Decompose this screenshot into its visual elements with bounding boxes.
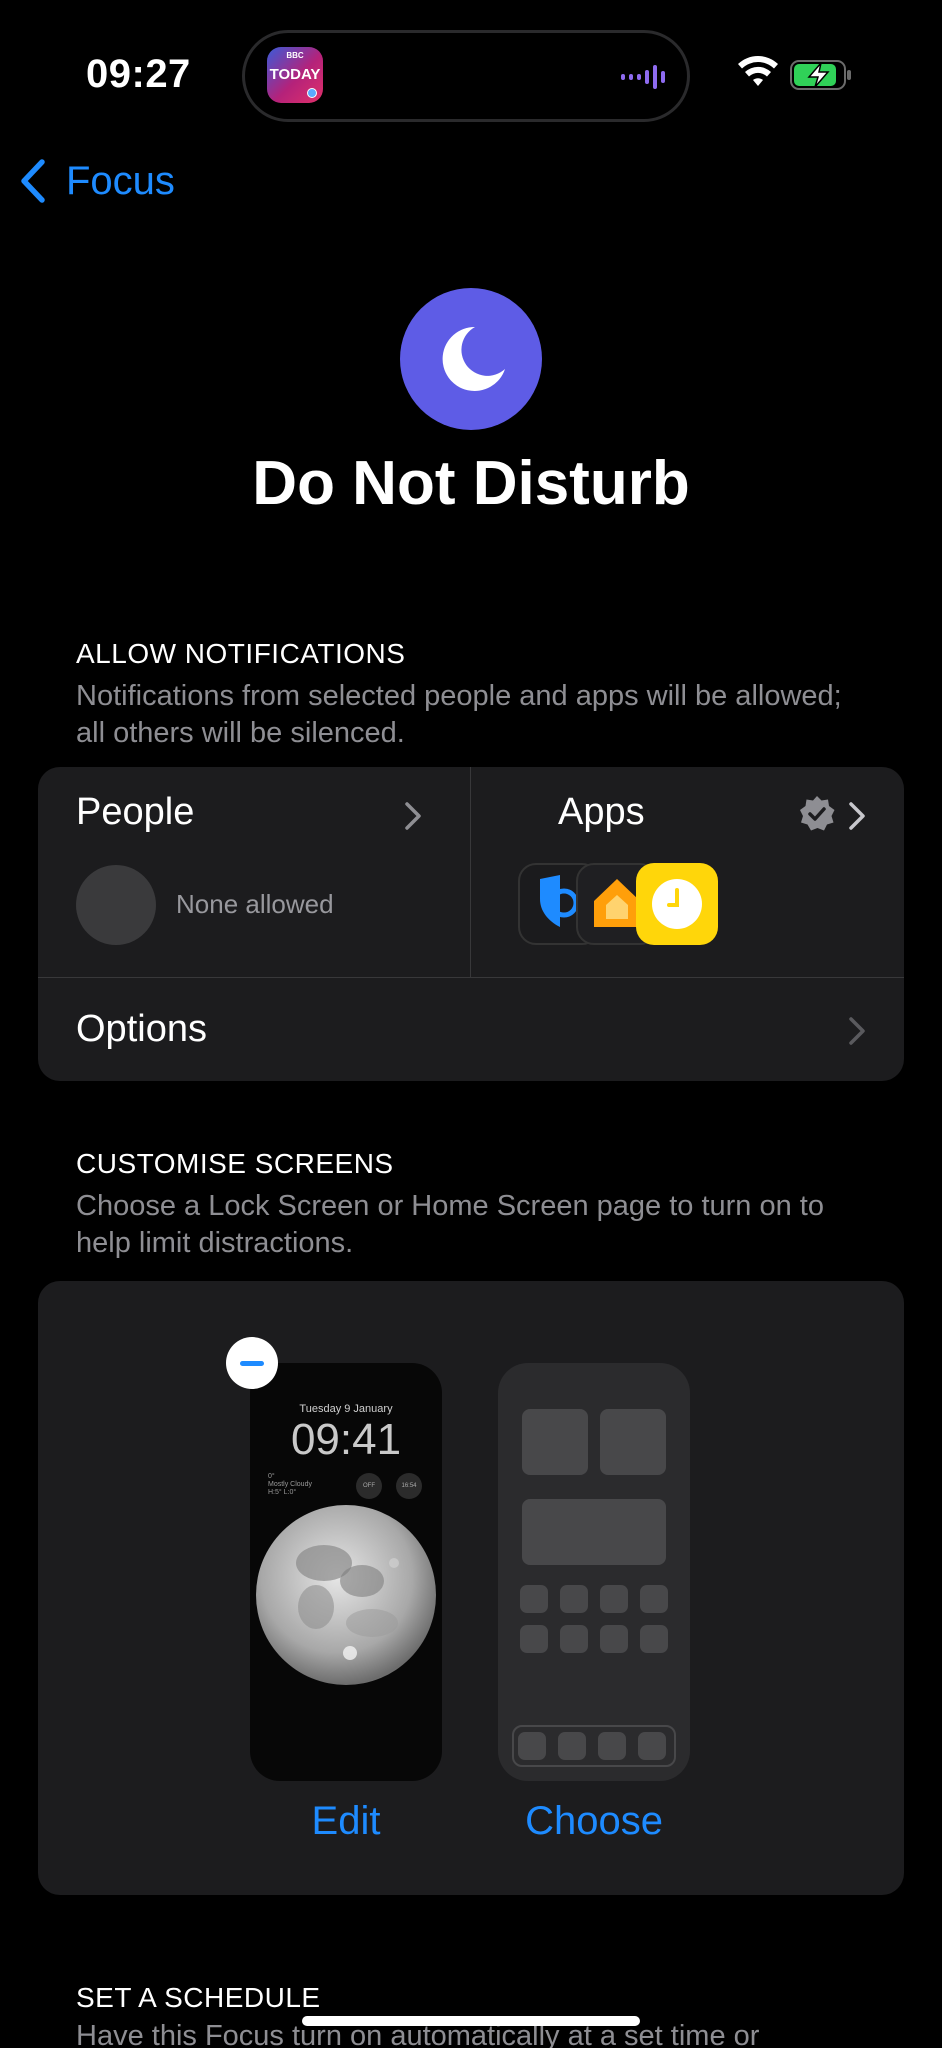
allow-notifications-card: People None allowed Apps Options <box>38 767 904 1081</box>
weather-range: H:5° L:0° <box>268 1489 297 1496</box>
back-label: Focus <box>66 158 175 203</box>
section-header-schedule: SET A SCHEDULE <box>76 1982 321 2013</box>
dock-app-placeholder <box>598 1732 626 1760</box>
weather-desc: Mostly Cloudy <box>268 1481 312 1488</box>
page-title: Do Not Disturb <box>252 449 690 518</box>
dock-app-placeholder <box>518 1732 546 1760</box>
lock-screen-date: Tuesday 9 January <box>299 1403 393 1415</box>
app-placeholder <box>560 1585 588 1613</box>
people-status: None allowed <box>176 889 334 919</box>
verified-badge-icon <box>800 796 835 831</box>
battery-charging-icon <box>790 60 851 90</box>
app-placeholder <box>600 1585 628 1613</box>
app-badge-dot <box>307 88 317 98</box>
moon-icon <box>442 326 505 391</box>
dock-app-placeholder <box>638 1732 666 1760</box>
app-brand: BBC <box>286 51 304 60</box>
options-label: Options <box>76 1008 207 1050</box>
wifi-icon <box>738 56 778 86</box>
options-cell[interactable]: Options <box>38 978 904 1081</box>
app-placeholder <box>560 1625 588 1653</box>
dock-app-placeholder <box>558 1732 586 1760</box>
weather-temp: 0° <box>268 1473 275 1480</box>
home-indicator[interactable] <box>302 2016 640 2026</box>
live-activity-app-icon: BBC TODAY <box>267 47 323 103</box>
weather-widget: 0° Mostly Cloudy H:5° L:0° <box>268 1473 312 1497</box>
app-placeholder <box>600 1625 628 1653</box>
choose-home-screen-button[interactable]: Choose <box>498 1799 690 1844</box>
lock-widget-2: 16:54 <box>396 1473 422 1499</box>
section-header-allow-notifications: ALLOW NOTIFICATIONS <box>76 638 406 669</box>
edit-lock-screen-button[interactable]: Edit <box>250 1799 442 1844</box>
lock-screen-time: 09:41 <box>290 1415 402 1464</box>
chevron-right-icon <box>849 1017 865 1045</box>
back-button[interactable]: Focus <box>18 158 175 204</box>
people-label: People <box>76 791 195 833</box>
section-footer-allow-notifications: Notifications from selected people and a… <box>76 680 842 749</box>
dynamic-island[interactable]: BBC TODAY <box>242 30 690 122</box>
home-screen-preview[interactable] <box>498 1363 690 1781</box>
app-placeholder <box>640 1585 668 1613</box>
focus-mode-icon <box>400 288 542 430</box>
chevron-right-icon <box>849 802 865 830</box>
minus-icon <box>240 1360 264 1366</box>
app-label: TODAY <box>269 66 321 83</box>
section-footer-customise-screens: Choose a Lock Screen or Home Screen page… <box>76 1190 824 1259</box>
remove-lock-screen-button[interactable] <box>226 1337 278 1389</box>
people-cell[interactable]: People None allowed <box>38 767 470 977</box>
dock-placeholder <box>512 1725 676 1767</box>
widget-placeholder <box>600 1409 666 1475</box>
widget-placeholder <box>522 1409 588 1475</box>
widget-placeholder <box>522 1499 666 1565</box>
lock-widget-1: OFF <box>356 1473 382 1499</box>
app-placeholder <box>520 1625 548 1653</box>
customise-screens-card: Tuesday 9 January 09:41 0° Mostly Cloudy… <box>38 1281 904 1895</box>
audio-waveform-icon <box>621 64 665 90</box>
chevron-right-icon <box>405 802 421 830</box>
app-placeholder <box>520 1585 548 1613</box>
section-header-customise-screens: CUSTOMISE SCREENS <box>76 1148 394 1179</box>
clock-app-icon <box>636 863 718 945</box>
avatar-placeholder <box>76 865 156 945</box>
app-placeholder <box>640 1625 668 1653</box>
chevron-left-icon <box>21 159 45 203</box>
status-time: 09:27 <box>86 52 191 96</box>
apps-label: Apps <box>558 791 645 833</box>
lock-screen-preview[interactable]: Tuesday 9 January 09:41 0° Mostly Cloudy… <box>250 1363 442 1781</box>
moon-wallpaper-image <box>256 1505 436 1685</box>
